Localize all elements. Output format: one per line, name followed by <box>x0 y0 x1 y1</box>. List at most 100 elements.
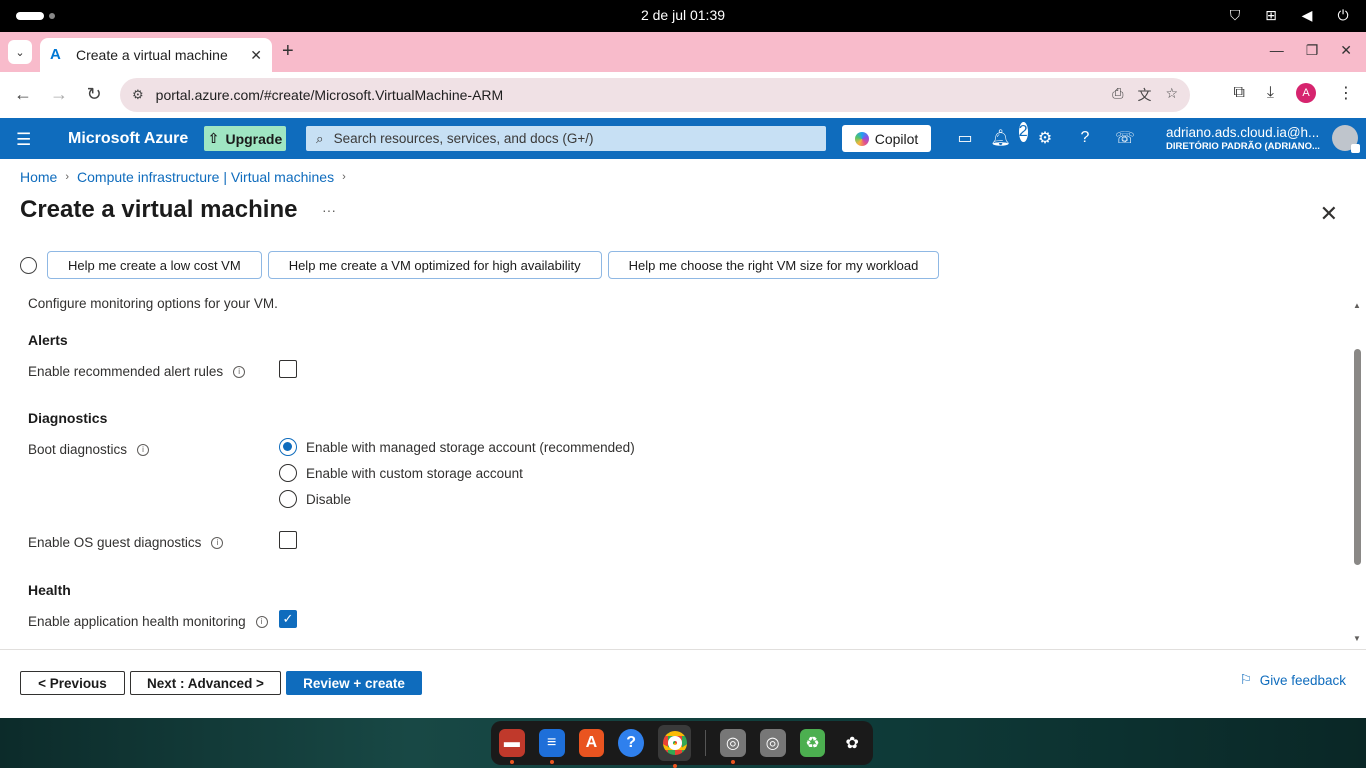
cloud-shell-icon[interactable]: ▭ <box>955 128 975 148</box>
reload-icon[interactable]: ↻ <box>83 84 105 105</box>
power-icon[interactable]: ⏻ <box>1334 6 1352 24</box>
info-icon[interactable]: i <box>255 615 268 628</box>
disk-drive-icon[interactable]: ◎ <box>720 729 746 764</box>
wizard-footer: < Previous Next : Advanced > Review + cr… <box>0 649 1366 718</box>
suggestion-high-availability[interactable]: Help me create a VM optimized for high a… <box>267 251 602 279</box>
install-app-icon[interactable]: ⎙ <box>1112 85 1123 105</box>
suggestion-vm-size[interactable]: Help me choose the right VM size for my … <box>607 251 940 279</box>
minimize-icon[interactable]: — <box>1270 42 1284 59</box>
feedback-person-icon: ⚐ <box>1239 672 1252 687</box>
browser-menu-icon[interactable]: ⋮ <box>1338 83 1354 103</box>
close-blade-icon[interactable]: ✕ <box>1320 201 1338 227</box>
radio-button[interactable] <box>279 490 297 508</box>
copilot-suggestions: Help me create a low cost VM Help me cre… <box>20 251 940 279</box>
desktop-background: ▬ ≡ A ? ◎ ◎ ♻ ✿ <box>0 718 1366 768</box>
shield-icon[interactable]: ⛉ <box>1226 6 1244 24</box>
system-tray[interactable]: ⛉ ⊞ ◀ ⏻ <box>1226 6 1352 24</box>
breadcrumb-compute[interactable]: Compute infrastructure | Virtual machine… <box>77 169 334 185</box>
window-close-icon[interactable]: ✕ <box>1340 42 1352 59</box>
give-feedback-link[interactable]: ⚐ Give feedback <box>1240 672 1346 688</box>
address-bar[interactable]: ⚙ portal.azure.com/#create/Microsoft.Vir… <box>120 78 1190 112</box>
boot-option-label: Enable with custom storage account <box>306 465 523 481</box>
breadcrumb: Home › Compute infrastructure | Virtual … <box>20 169 346 185</box>
review-create-button[interactable]: Review + create <box>286 671 422 695</box>
dock-separator <box>705 730 707 756</box>
app-center-icon[interactable]: A <box>578 729 605 757</box>
os-guest-checkbox[interactable] <box>279 531 297 549</box>
files-app-icon[interactable]: ▬ <box>499 729 525 764</box>
chrome-icon[interactable] <box>658 725 692 768</box>
new-tab-button[interactable]: + <box>282 40 294 63</box>
diagnostics-heading: Diagnostics <box>28 410 108 426</box>
copilot-button[interactable]: Copilot <box>842 125 931 152</box>
info-icon[interactable]: i <box>137 443 150 456</box>
content-scrollbar[interactable]: ▲ ▼ <box>1352 301 1362 643</box>
upgrade-label: Upgrade <box>225 130 283 147</box>
boot-option-custom[interactable]: Enable with custom storage account <box>279 464 523 482</box>
network-icon[interactable]: ⊞ <box>1262 6 1280 24</box>
app-health-checkbox[interactable]: ✓ <box>279 610 297 628</box>
translate-icon[interactable]: 文 <box>1137 85 1151 105</box>
next-advanced-button[interactable]: Next : Advanced > <box>130 671 281 695</box>
global-search-input[interactable]: ⌕ Search resources, services, and docs (… <box>306 126 826 151</box>
disk-drive-icon[interactable]: ◎ <box>759 729 786 757</box>
info-icon[interactable]: i <box>211 536 224 549</box>
boot-option-label: Disable <box>306 491 352 507</box>
ubuntu-apps-icon[interactable]: ✿ <box>839 729 865 757</box>
more-options-icon[interactable]: ··· <box>322 202 336 218</box>
os-top-bar: 2 de jul 01:39 ⛉ ⊞ ◀ ⏻ <box>0 0 1366 32</box>
radio-button[interactable] <box>279 464 297 482</box>
browser-tab-active[interactable]: A Create a virtual machine ✕ <box>40 38 272 72</box>
extensions-icon[interactable]: ⧉ <box>1233 84 1244 102</box>
maximize-icon[interactable]: ❐ <box>1306 42 1319 59</box>
user-avatar[interactable] <box>1332 125 1360 153</box>
window-controls: — ❐ ✕ <box>1270 42 1352 59</box>
radio-button-selected[interactable] <box>279 438 297 456</box>
url-text[interactable]: portal.azure.com/#create/Microsoft.Virtu… <box>156 87 1101 103</box>
profile-avatar[interactable]: A <box>1296 83 1316 103</box>
health-heading: Health <box>28 582 71 598</box>
monitoring-description: Configure monitoring options for your VM… <box>28 296 278 311</box>
azure-brand[interactable]: Microsoft Azure <box>68 130 188 148</box>
download-icon[interactable]: ⤓ <box>1267 84 1274 102</box>
site-info-icon[interactable]: ⚙ <box>132 87 144 103</box>
boot-diagnostics-label: Boot diagnostics i <box>28 442 150 457</box>
scroll-up-icon[interactable]: ▲ <box>1353 301 1361 310</box>
feedback-icon[interactable]: ☏ <box>1115 128 1135 148</box>
boot-option-managed[interactable]: Enable with managed storage account (rec… <box>279 438 635 456</box>
boot-option-disable[interactable]: Disable <box>279 490 351 508</box>
forward-arrow-icon[interactable]: → <box>48 84 70 105</box>
back-arrow-icon[interactable]: ← <box>12 84 34 105</box>
azure-header: ☰ Microsoft Azure ⇧ Upgrade ⌕ Search res… <box>0 118 1366 159</box>
scroll-down-icon[interactable]: ▼ <box>1353 634 1361 643</box>
upgrade-button[interactable]: ⇧ Upgrade <box>204 126 286 151</box>
settings-gear-icon[interactable]: ⚙ <box>1035 128 1055 148</box>
account-menu[interactable]: adriano.ads.cloud.ia@h... DIRETÓRIO PADR… <box>1166 125 1320 152</box>
alerts-heading: Alerts <box>28 332 68 348</box>
text-editor-icon[interactable]: ≡ <box>538 729 565 764</box>
user-directory: DIRETÓRIO PADRÃO (ADRIANO... <box>1166 141 1320 152</box>
info-icon[interactable]: i <box>233 365 246 378</box>
previous-button[interactable]: < Previous <box>20 671 125 695</box>
bookmark-star-icon[interactable]: ☆ <box>1165 85 1178 105</box>
tab-close-icon[interactable]: ✕ <box>250 47 262 64</box>
alert-rules-checkbox[interactable] <box>279 360 297 378</box>
copilot-label: Copilot <box>874 130 919 147</box>
trash-icon[interactable]: ♻ <box>799 729 826 757</box>
alert-rules-label: Enable recommended alert rules i <box>28 364 246 379</box>
scrollbar-thumb[interactable] <box>1354 349 1361 565</box>
copilot-icon <box>20 256 37 274</box>
page-title: Create a virtual machine <box>20 196 298 223</box>
help-icon[interactable]: ? <box>1075 128 1095 148</box>
notifications-bell-icon[interactable]: 🔔︎ 2 <box>990 122 1028 148</box>
help-app-icon[interactable]: ? <box>618 729 644 757</box>
volume-icon[interactable]: ◀ <box>1298 6 1316 24</box>
system-clock[interactable]: 2 de jul 01:39 <box>0 7 1366 23</box>
hamburger-menu-icon[interactable]: ☰ <box>16 130 31 150</box>
tab-search-button[interactable]: ⌄ <box>8 40 32 64</box>
breadcrumb-home[interactable]: Home <box>20 169 57 185</box>
copilot-logo-icon <box>854 131 869 146</box>
suggestion-low-cost[interactable]: Help me create a low cost VM <box>47 251 262 279</box>
chevron-right-icon: › <box>342 171 346 183</box>
azure-favicon-icon: A <box>50 46 61 63</box>
